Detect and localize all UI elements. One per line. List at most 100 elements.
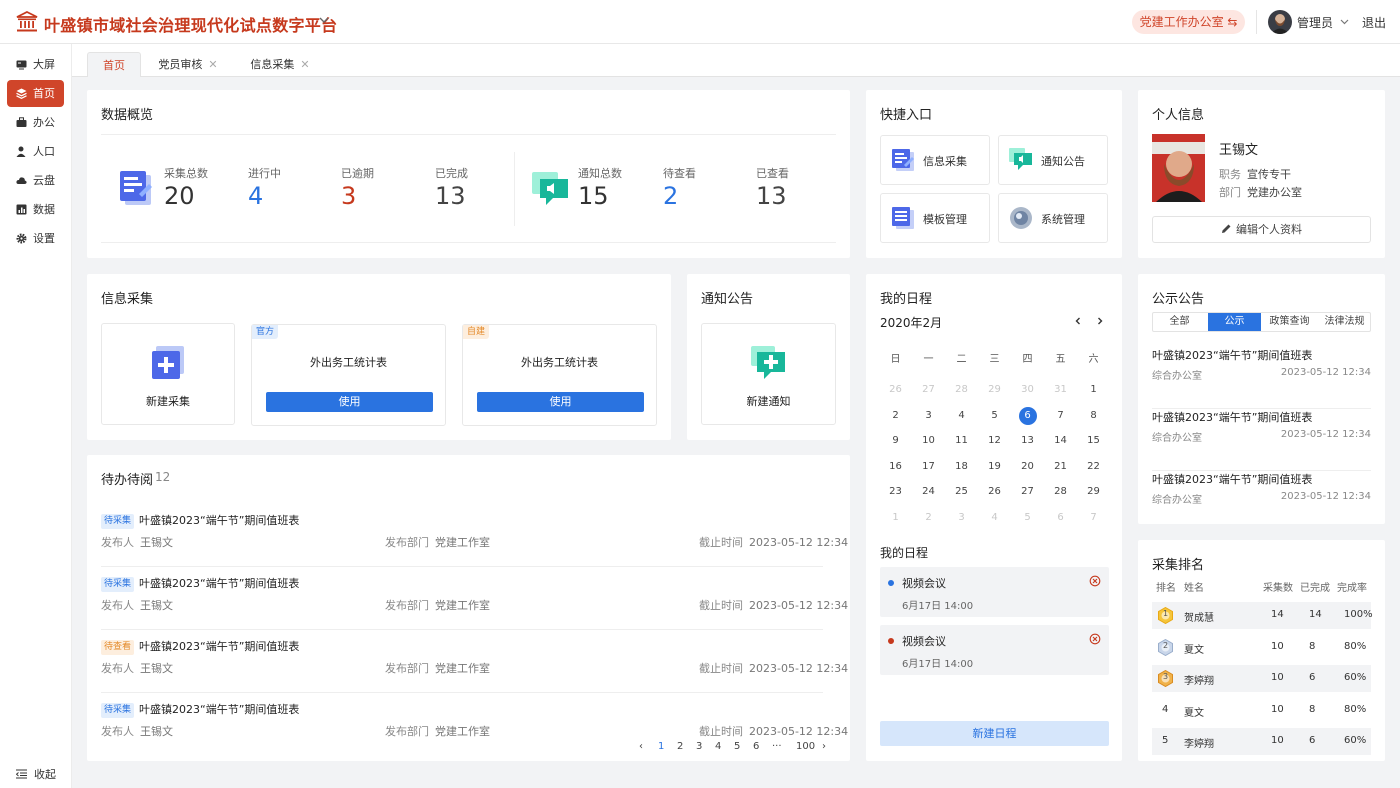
new-schedule-button[interactable]: 新建日程 [880, 721, 1109, 746]
announcement-item[interactable]: 叶盛镇2023“端午节”期间值班表 综合办公室 2023-05-12 12:34 [1152, 409, 1371, 471]
calendar-day[interactable]: 3 [912, 406, 945, 426]
prev-page-icon[interactable]: ‹ [639, 741, 643, 752]
table-row[interactable]: 4 夏文 10 8 80% [1152, 697, 1371, 724]
page-number[interactable]: 3 [696, 741, 702, 752]
delete-icon[interactable] [1089, 633, 1101, 645]
quick-entry-system[interactable]: 系统管理 [998, 193, 1108, 243]
calendar-day[interactable]: 29 [1077, 482, 1110, 502]
calendar-day[interactable]: 26 [978, 482, 1011, 502]
calendar-day[interactable]: 7 [1044, 406, 1077, 426]
sidebar-item-settings[interactable]: 设置 [7, 225, 64, 252]
calendar-day[interactable]: 7 [1077, 508, 1110, 528]
calendar-day[interactable]: 28 [945, 380, 978, 400]
table-row[interactable]: 3 李婷翔 10 6 60% [1152, 665, 1371, 692]
next-page-icon[interactable]: › [822, 741, 826, 752]
calendar-day[interactable]: 26 [879, 380, 912, 400]
calendar-day[interactable]: 24 [912, 482, 945, 502]
new-notice-button[interactable]: 新建通知 [701, 323, 836, 425]
use-template-button[interactable]: 使用 [266, 392, 433, 412]
calendar-day[interactable]: 29 [978, 380, 1011, 400]
calendar-day[interactable]: 13 [1011, 431, 1044, 451]
chevron-right-icon[interactable] [1096, 317, 1104, 325]
tab-law[interactable]: 法律法规 [1318, 313, 1370, 331]
calendar-day[interactable]: 1 [1077, 380, 1110, 400]
tab-policy[interactable]: 政策查询 [1263, 313, 1316, 331]
tab-party-review[interactable]: 党员审核 ✕ [152, 52, 224, 77]
table-row[interactable]: 5 李婷翔 10 6 60% [1152, 728, 1371, 755]
page-number[interactable]: 6 [753, 741, 759, 752]
user-name[interactable]: 管理员 [1297, 14, 1333, 31]
chevron-left-icon[interactable] [1074, 317, 1082, 325]
office-switch-button[interactable]: 党建工作办公室 ⇆ [1132, 10, 1245, 34]
avatar[interactable] [1268, 10, 1292, 34]
chevron-down-icon[interactable] [318, 14, 330, 26]
calendar-day[interactable]: 23 [879, 482, 912, 502]
calendar-day[interactable]: 18 [945, 457, 978, 477]
calendar-day[interactable]: 12 [978, 431, 1011, 451]
sidebar-item-office[interactable]: 办公 [7, 109, 64, 136]
calendar-day[interactable]: 2 [912, 508, 945, 528]
calendar-day[interactable]: 14 [1044, 431, 1077, 451]
sidebar-item-population[interactable]: 人口 [7, 138, 64, 165]
calendar-day[interactable]: 30 [1011, 380, 1044, 400]
tab-publicity[interactable]: 公示 [1208, 313, 1261, 331]
calendar-day[interactable]: 17 [912, 457, 945, 477]
logout-button[interactable]: 退出 [1362, 14, 1386, 31]
sidebar-item-cloud[interactable]: 云盘 [7, 167, 64, 194]
table-row[interactable]: 1 贺成慧 14 14 100% [1152, 602, 1373, 629]
calendar-day[interactable]: 27 [912, 380, 945, 400]
delete-icon[interactable] [1089, 575, 1101, 587]
chevron-down-icon[interactable] [1340, 17, 1349, 26]
calendar-day[interactable]: 4 [945, 406, 978, 426]
calendar-day[interactable]: 1 [879, 508, 912, 528]
quick-entry-info-collection[interactable]: 信息采集 [880, 135, 990, 185]
schedule-item[interactable]: 视频会议 6月17日 14:00 [880, 625, 1109, 675]
close-icon[interactable]: ✕ [300, 58, 309, 71]
page-number[interactable]: 100 [796, 741, 815, 752]
calendar-day[interactable]: 2 [879, 406, 912, 426]
edit-profile-button[interactable]: 编辑个人资料 [1152, 216, 1371, 243]
announcement-item[interactable]: 叶盛镇2023“端午节”期间值班表 综合办公室 2023-05-12 12:34 [1152, 471, 1371, 533]
quick-entry-template[interactable]: 模板管理 [880, 193, 990, 243]
calendar-day[interactable]: 6 [1044, 508, 1077, 528]
sidebar-item-data[interactable]: 数据 [7, 196, 64, 223]
page-number[interactable]: 2 [677, 741, 683, 752]
new-collection-button[interactable]: 新建采集 [101, 323, 235, 425]
calendar-day[interactable]: 28 [1044, 482, 1077, 502]
todo-item[interactable]: 待查看 叶盛镇2023“端午节”期间值班表 发布人 王锡文 发布部门 党建工作室 截止时间 2… [101, 630, 848, 693]
calendar-day[interactable]: 5 [1011, 508, 1044, 528]
calendar-day[interactable]: 10 [912, 431, 945, 451]
calendar-day[interactable]: 21 [1044, 457, 1077, 477]
page-number[interactable]: ··· [772, 741, 782, 752]
todo-item[interactable]: 待采集 叶盛镇2023“端午节”期间值班表 发布人 王锡文 发布部门 党建工作室 截止时间 2… [101, 567, 848, 630]
calendar-day[interactable]: 5 [978, 406, 1011, 426]
tab-all[interactable]: 全部 [1153, 313, 1206, 331]
quick-entry-notice[interactable]: 通知公告 [998, 135, 1108, 185]
calendar-day[interactable]: 25 [945, 482, 978, 502]
calendar-day[interactable]: 19 [978, 457, 1011, 477]
calendar-day[interactable]: 22 [1077, 457, 1110, 477]
calendar-day[interactable]: 8 [1077, 406, 1110, 426]
tab-info-collection[interactable]: 信息采集 ✕ [244, 52, 316, 77]
collapse-button[interactable]: 收起 [16, 766, 56, 782]
sidebar-item-home[interactable]: 首页 [7, 80, 64, 107]
page-number[interactable]: 1 [658, 741, 664, 752]
schedule-item[interactable]: 视频会议 6月17日 14:00 [880, 567, 1109, 617]
calendar-day[interactable]: 3 [945, 508, 978, 528]
calendar-day[interactable]: 15 [1077, 431, 1110, 451]
calendar-day[interactable]: 9 [879, 431, 912, 451]
todo-item[interactable]: 待采集 叶盛镇2023“端午节”期间值班表 发布人 王锡文 发布部门 党建工作室 截止时间 2… [101, 504, 848, 567]
table-row[interactable]: 2 夏文 10 8 80% [1152, 634, 1371, 661]
sidebar-item-screen[interactable]: 大屏 [7, 51, 64, 78]
announcement-item[interactable]: 叶盛镇2023“端午节”期间值班表 综合办公室 2023-05-12 12:34 [1152, 347, 1371, 409]
calendar-day[interactable]: 11 [945, 431, 978, 451]
calendar-day[interactable]: 20 [1011, 457, 1044, 477]
close-icon[interactable]: ✕ [208, 58, 217, 71]
calendar-day[interactable]: 31 [1044, 380, 1077, 400]
page-number[interactable]: 5 [734, 741, 740, 752]
calendar-day[interactable]: 27 [1011, 482, 1044, 502]
use-template-button[interactable]: 使用 [477, 392, 644, 412]
calendar-day[interactable]: 16 [879, 457, 912, 477]
calendar-day[interactable]: 6 [1011, 406, 1044, 426]
calendar-day[interactable]: 4 [978, 508, 1011, 528]
